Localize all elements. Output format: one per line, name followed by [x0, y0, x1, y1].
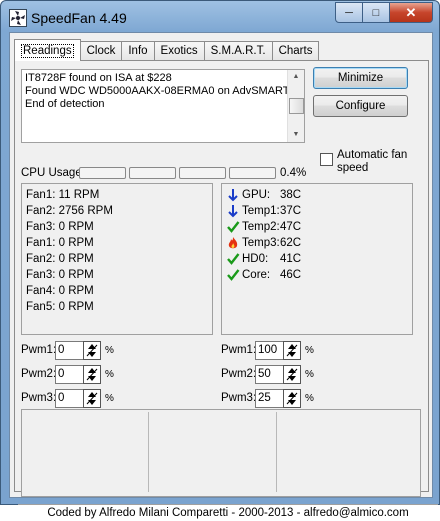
pwm-label: Pwm1:	[221, 344, 257, 356]
scroll-up-icon[interactable]: ▲	[288, 70, 304, 84]
cpu-core-meter	[79, 167, 126, 179]
tab-smart[interactable]: S.M.A.R.T.	[203, 41, 273, 60]
pwm-value-field[interactable]: 100	[255, 341, 285, 360]
pwm-unit: %	[105, 345, 114, 356]
pwm-unit: %	[105, 393, 114, 404]
pwm-label: Pwm3:	[21, 392, 57, 404]
log-line: IT8728F found on ISA at $228	[25, 72, 172, 84]
pwm-unit: %	[305, 345, 314, 356]
window-title: SpeedFan 4.49	[31, 10, 127, 26]
temperature-name: Temp1:	[242, 205, 280, 217]
temperature-name: Temp3:	[242, 237, 280, 249]
temperature-readings-box: GPU: 38C Temp1: 37C Temp2: 47C Temp3: 62C HD0: 41…	[221, 183, 413, 335]
maximize-window-button[interactable]: □	[363, 2, 390, 23]
temperature-name: HD0:	[242, 253, 269, 265]
pwm-unit: %	[105, 369, 114, 380]
pwm-spinner-icon[interactable]	[283, 365, 301, 384]
temperature-value: 62C	[280, 237, 302, 249]
minimize-icon: ─	[345, 6, 353, 19]
minimize-window-button[interactable]: ─	[335, 2, 363, 23]
tab-readings[interactable]: Readings	[14, 39, 81, 61]
tab-charts[interactable]: Charts	[271, 41, 320, 60]
pwm-value-field[interactable]: 50	[255, 365, 285, 384]
pwm-label: Pwm1:	[21, 344, 57, 356]
fan-app-icon	[9, 9, 27, 27]
log-line: End of detection	[25, 98, 105, 110]
fan-reading: Fan2: 0 RPM	[26, 253, 94, 265]
pwm-value-field[interactable]: 25	[255, 389, 285, 408]
pwm-spinner-icon[interactable]	[83, 341, 101, 360]
divider	[276, 412, 277, 492]
log-line: Found WDC WD5000AAKX-08ERMA0 on AdvSMART	[25, 85, 290, 97]
arrow-down-icon	[226, 204, 240, 218]
cpu-usage-percent: 0.4%	[280, 167, 307, 179]
fan-reading: Fan3: 0 RPM	[26, 269, 94, 281]
fan-reading: Fan2: 2756 RPM	[26, 205, 113, 217]
pwm-value-field[interactable]: 0	[55, 341, 85, 360]
tab-label: Readings	[21, 43, 74, 58]
client-area: Readings Clock Info Exotics S.M.A.R.T. C…	[9, 32, 438, 519]
speedfan-window: SpeedFan 4.49 ─ □ ✕ Readings Clock Info …	[0, 0, 440, 519]
pwm-value-field[interactable]: 0	[55, 389, 85, 408]
check-icon	[226, 252, 240, 266]
arrow-down-icon	[226, 188, 240, 202]
automatic-fan-speed-checkbox[interactable]	[320, 153, 333, 166]
status-bar: Coded by Alfredo Milani Comparetti - 200…	[18, 504, 438, 521]
temperature-value: 41C	[280, 253, 302, 265]
temperature-name: GPU:	[242, 189, 271, 201]
tab-exotics[interactable]: Exotics	[153, 41, 205, 60]
maximize-icon: □	[372, 6, 380, 19]
fan-reading: Fan5: 0 RPM	[26, 301, 94, 313]
cpu-core-meter	[129, 167, 176, 179]
configure-button[interactable]: Configure	[313, 95, 408, 117]
fan-reading: Fan3: 0 RPM	[26, 221, 94, 233]
voltages-box	[21, 409, 421, 497]
pwm-value-field[interactable]: 0	[55, 365, 85, 384]
close-window-button[interactable]: ✕	[390, 2, 433, 23]
close-icon: ✕	[405, 4, 417, 20]
temperature-value: 38C	[280, 189, 302, 201]
title-bar[interactable]: SpeedFan 4.49 ─ □ ✕	[1, 1, 439, 33]
flame-icon	[226, 236, 240, 250]
temperature-value: 46C	[280, 269, 302, 281]
divider	[148, 412, 149, 492]
temperature-name: Temp2:	[242, 221, 280, 233]
tab-info[interactable]: Info	[121, 41, 155, 60]
pwm-label: Pwm2:	[221, 368, 257, 380]
scroll-down-icon[interactable]: ▼	[288, 128, 304, 142]
detection-log[interactable]: IT8728F found on ISA at $228 Found WDC W…	[21, 69, 305, 143]
cpu-core-meter	[229, 167, 276, 179]
pwm-unit: %	[305, 393, 314, 404]
fan-readings-box: Fan1: 11 RPM Fan2: 2756 RPM Fan3: 0 RPM …	[21, 183, 213, 335]
cpu-core-meter	[179, 167, 226, 179]
readings-panel: IT8728F found on ISA at $228 Found WDC W…	[14, 60, 429, 497]
fan-reading: Fan1: 11 RPM	[26, 189, 100, 201]
pwm-spinner-icon[interactable]	[83, 365, 101, 384]
tab-strip: Readings Clock Info Exotics S.M.A.R.T. C…	[14, 39, 320, 61]
temperature-name: Core:	[242, 269, 271, 281]
fan-reading: Fan1: 0 RPM	[26, 237, 94, 249]
cpu-usage-meters	[79, 167, 279, 179]
pwm-spinner-icon[interactable]	[283, 389, 301, 408]
check-icon	[226, 268, 240, 282]
minimize-button[interactable]: Minimize	[313, 67, 408, 89]
automatic-fan-speed-label: Automatic fan speed	[337, 149, 408, 174]
pwm-label: Pwm3:	[221, 392, 257, 404]
scroll-thumb[interactable]	[289, 98, 304, 114]
pwm-label: Pwm2:	[21, 368, 57, 380]
log-scrollbar[interactable]: ▲ ▼	[287, 70, 304, 142]
cpu-usage-label: CPU Usage	[21, 167, 82, 179]
pwm-spinner-icon[interactable]	[83, 389, 101, 408]
temperature-value: 47C	[280, 221, 302, 233]
pwm-unit: %	[305, 369, 314, 380]
check-icon	[226, 220, 240, 234]
tab-clock[interactable]: Clock	[79, 41, 123, 60]
pwm-spinner-icon[interactable]	[283, 341, 301, 360]
fan-reading: Fan4: 0 RPM	[26, 285, 94, 297]
temperature-value: 37C	[280, 205, 302, 217]
